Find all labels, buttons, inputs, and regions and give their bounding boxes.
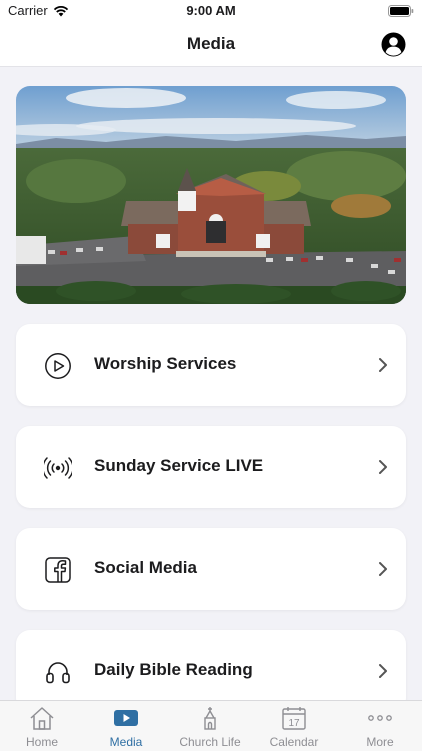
sunday-service-live-card[interactable]: Sunday Service LIVE [16,426,406,508]
church-aerial-photo [16,86,406,304]
tab-church-life-label: Church Life [179,735,241,749]
tab-calendar[interactable]: 17 Calendar [252,701,336,751]
tab-bar: Home Media Church Life 17 Calendar More [0,700,422,751]
home-icon [30,707,54,730]
tab-church-life[interactable]: Church Life [168,701,252,751]
status-time: 9:00 AM [186,3,236,18]
worship-services-label: Worship Services [94,354,237,373]
chevron-right-icon [379,358,387,372]
tab-calendar-label: Calendar [269,735,319,749]
tab-more-label: More [366,735,394,749]
person-circle-icon[interactable] [381,32,406,57]
facebook-icon [45,557,71,583]
chevron-right-icon [379,460,387,474]
chevron-right-icon [379,664,387,678]
daily-bible-reading-label: Daily Bible Reading [94,660,253,679]
church-icon [204,707,216,730]
social-media-label: Social Media [94,558,197,577]
hero-image [16,86,406,304]
worship-services-card[interactable]: Worship Services [16,324,406,406]
status-bar: Carrier 9:00 AM [0,0,422,22]
tab-media-label: Media [109,735,143,749]
play-circle-icon [45,353,71,379]
calendar-icon: 17 [282,707,306,730]
tab-home[interactable]: Home [0,701,84,751]
nav-bar: Media [0,22,422,67]
chevron-right-icon [379,562,387,576]
headphones-icon [46,662,70,684]
video-icon [114,710,138,726]
tab-media[interactable]: Media [84,701,168,751]
broadcast-icon [44,457,72,479]
battery-icon [388,5,414,17]
more-dots-icon [368,715,392,721]
social-media-card[interactable]: Social Media [16,528,406,610]
page-title: Media [186,34,236,53]
calendar-day: 17 [288,718,300,729]
tab-home-label: Home [25,735,58,749]
sunday-service-live-label: Sunday Service LIVE [94,456,264,475]
tab-more[interactable]: More [338,701,422,751]
